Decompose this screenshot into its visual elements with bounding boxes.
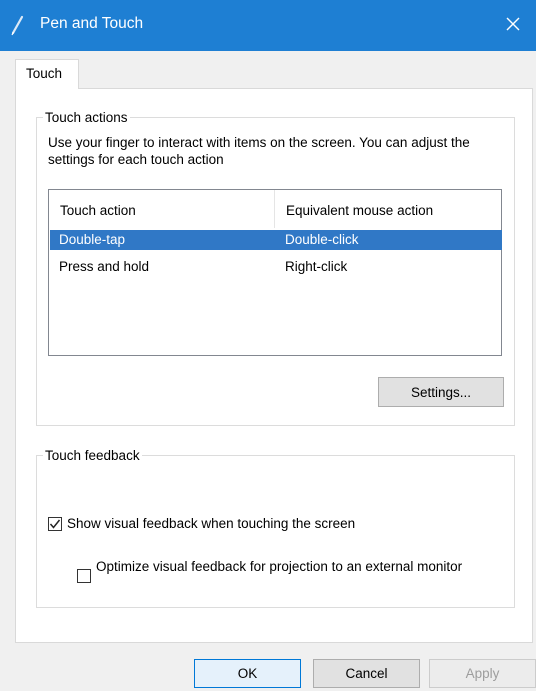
- optimize-projection-checkbox[interactable]: [77, 569, 91, 583]
- title-bar: Pen and Touch: [0, 0, 536, 51]
- cancel-button[interactable]: Cancel: [313, 659, 420, 688]
- column-header-mouse-action[interactable]: Equivalent mouse action: [275, 190, 501, 228]
- show-visual-feedback-label[interactable]: Show visual feedback when touching the s…: [67, 516, 355, 532]
- list-header: Touch action Equivalent mouse action: [49, 190, 501, 228]
- list-item-action: Press and hold: [59, 259, 150, 274]
- tab-touch[interactable]: Touch: [15, 59, 79, 89]
- column-header-label: Equivalent mouse action: [286, 203, 434, 218]
- window-title: Pen and Touch: [40, 15, 144, 32]
- close-icon: [506, 17, 520, 34]
- touch-actions-list[interactable]: Touch action Equivalent mouse action Dou…: [48, 189, 502, 356]
- list-item-press-and-hold[interactable]: Press and hold Right-click: [50, 257, 502, 277]
- column-header-touch-action[interactable]: Touch action: [49, 190, 275, 228]
- optimize-projection-label[interactable]: Optimize visual feedback for projection …: [96, 559, 496, 575]
- list-item-mouse: Double-click: [285, 232, 359, 247]
- show-visual-feedback-checkbox[interactable]: [48, 517, 62, 531]
- apply-button[interactable]: Apply: [429, 659, 536, 688]
- ok-button[interactable]: OK: [194, 659, 301, 688]
- column-header-label: Touch action: [60, 203, 136, 218]
- list-item-mouse: Right-click: [285, 259, 348, 274]
- close-button[interactable]: [490, 0, 536, 51]
- touch-actions-legend: Touch actions: [45, 110, 128, 125]
- list-item-action: Double-tap: [59, 232, 126, 247]
- tab-touch-label: Touch: [26, 66, 63, 81]
- pen-icon: [8, 14, 28, 36]
- settings-button[interactable]: Settings...: [378, 377, 504, 407]
- list-item-double-tap[interactable]: Double-tap Double-click: [50, 230, 502, 250]
- touch-actions-description: Use your finger to interact with items o…: [48, 135, 470, 167]
- touch-feedback-legend: Touch feedback: [45, 448, 140, 463]
